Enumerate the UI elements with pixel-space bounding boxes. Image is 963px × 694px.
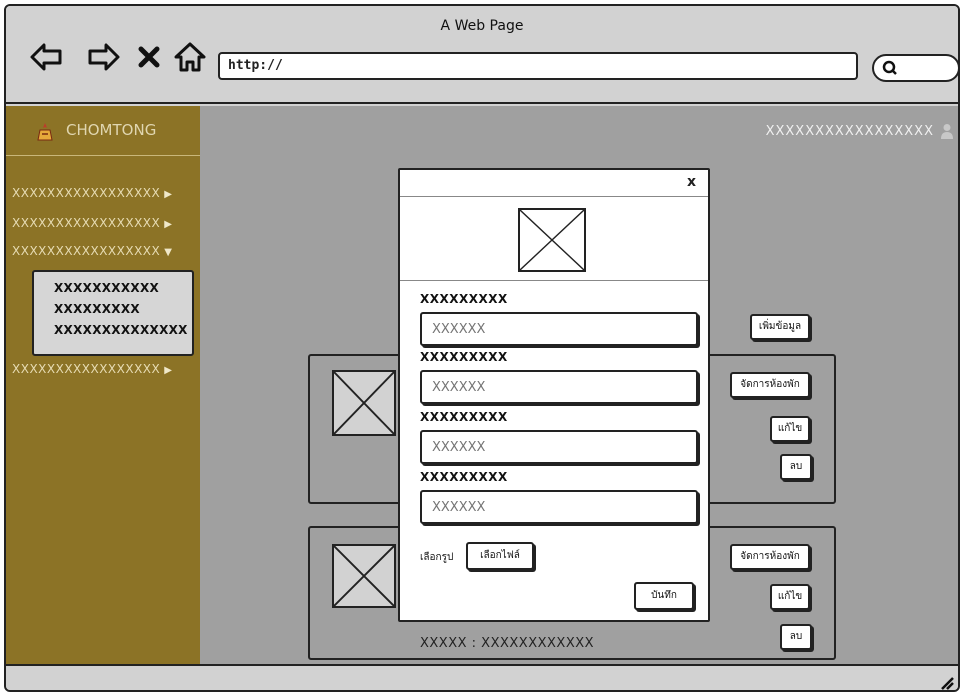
submenu-item[interactable]: XXXXXXXXXXXXXX	[54, 320, 192, 341]
user-icon[interactable]	[940, 123, 954, 139]
sidebar-submenu: XXXXXXXXXXX XXXXXXXXX XXXXXXXXXXXXXX	[32, 270, 194, 356]
card-caption: XXXXX : XXXXXXXXXXXX	[420, 636, 595, 651]
add-room-modal: x XXXXXXXXX XXXXXX XXX XXXXXX XXX XXX XXXXX…	[398, 168, 710, 622]
edit-button[interactable]: แก้ไข	[770, 416, 810, 442]
text-field[interactable]	[420, 430, 698, 464]
home-icon[interactable]	[172, 40, 208, 74]
resize-grip-icon[interactable]	[938, 674, 954, 690]
sidebar: XXXXXXXXXXXXXXXXX ▶ XXXXXXXXXXXXXXXXX ▶ XX…	[6, 156, 200, 664]
submenu-item[interactable]: XXXXXXXXXXX	[54, 278, 192, 299]
url-bar[interactable]: http://	[218, 52, 858, 80]
text-field[interactable]	[420, 490, 698, 524]
delete-button[interactable]: ลบ	[780, 454, 812, 480]
browser-search-box[interactable]	[872, 54, 958, 82]
manage-rooms-button[interactable]: จัดการห้องพัก	[730, 544, 810, 570]
add-data-button[interactable]: เพิ่มข้อมูล	[750, 314, 810, 340]
choose-image-label: เลือกรูป	[420, 552, 454, 563]
sidebar-item[interactable]: XXXXXXXXXXXXXXXXX ▶	[12, 216, 172, 230]
delete-button[interactable]: ลบ	[780, 624, 812, 650]
sidebar-item[interactable]: XXXXXXXXXXXXXXXXX ▶	[12, 186, 172, 200]
stop-icon[interactable]	[136, 40, 162, 74]
brand-name: CHOMTONG	[66, 121, 157, 139]
status-bar	[6, 664, 958, 690]
chevron-right-icon: ▶	[164, 189, 173, 200]
sidebar-item[interactable]: XXXXXXXXXXXXXXXXX ▼	[12, 244, 172, 258]
edit-button[interactable]: แก้ไข	[770, 584, 810, 610]
image-placeholder-icon	[518, 208, 586, 272]
chevron-right-icon: ▶	[164, 365, 173, 376]
window-title: A Web Page	[440, 18, 524, 34]
text-field[interactable]	[420, 370, 698, 404]
close-button[interactable]: x	[687, 174, 696, 190]
submenu-item[interactable]: XXXXXXXXX	[54, 299, 192, 320]
logo-icon	[37, 123, 53, 141]
app-header: CHOMTONG XXXXXXXXXXXXXXXXX	[6, 106, 958, 156]
text-field[interactable]	[420, 312, 698, 346]
field-label: XXXXXXXXX	[420, 470, 508, 484]
field-label: XXXXXXXXX	[420, 350, 508, 364]
browser-window: A Web Page http:// CHOMTONG XXXXXXXXXXXX…	[4, 4, 960, 692]
search-icon	[882, 60, 897, 75]
brand[interactable]: CHOMTONG	[6, 106, 200, 156]
chevron-right-icon: ▶	[164, 219, 173, 230]
browser-titlebar: A Web Page http://	[6, 6, 958, 104]
image-placeholder-icon	[332, 370, 396, 436]
field-label: XXXXXXXXX	[420, 292, 508, 306]
manage-rooms-button[interactable]: จัดการห้องพัก	[730, 372, 810, 398]
back-arrow-icon[interactable]	[28, 40, 64, 74]
choose-file-button[interactable]: เลือกไฟล์	[466, 542, 534, 570]
divider	[400, 196, 708, 197]
forward-arrow-icon[interactable]	[86, 40, 122, 74]
image-placeholder-icon	[332, 544, 396, 608]
save-button[interactable]: บันทึก	[634, 582, 694, 610]
user-name[interactable]: XXXXXXXXXXXXXXXXX	[766, 124, 934, 139]
chevron-down-icon: ▼	[164, 247, 173, 258]
field-label: XXXXXXXXX	[420, 410, 508, 424]
sidebar-item[interactable]: XXXXXXXXXXXXXXXXX ▶	[12, 362, 172, 376]
divider	[400, 280, 708, 281]
